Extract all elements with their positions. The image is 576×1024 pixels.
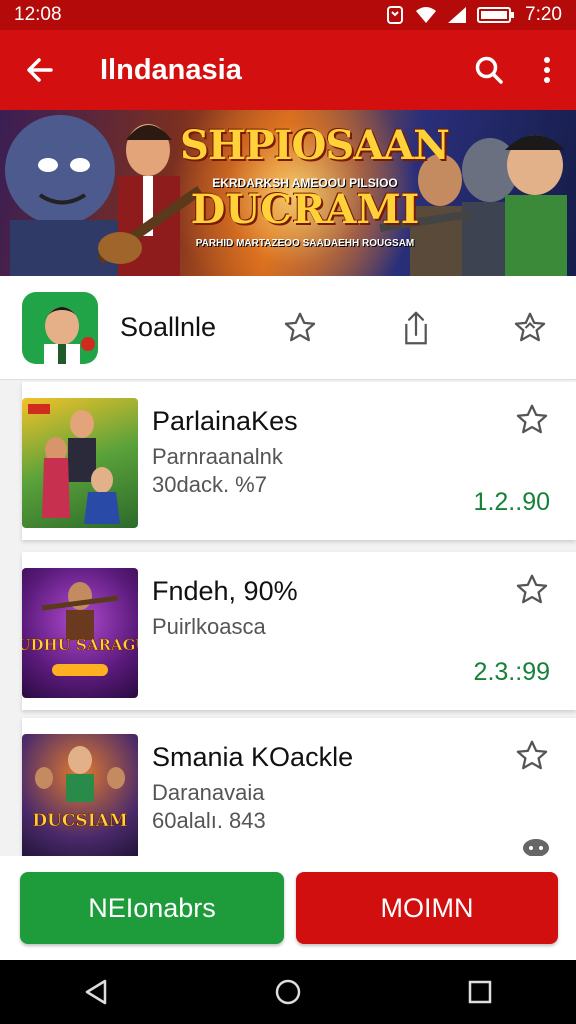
system-nav-bar [0, 960, 576, 1024]
item-meta: 60alalı. 843 [152, 808, 266, 833]
star-outline-icon [284, 312, 316, 342]
nav-recents-button[interactable] [450, 962, 510, 1022]
status-time-left: 12:08 [14, 4, 62, 25]
more-vertical-icon [544, 57, 550, 83]
nfc-icon [385, 5, 405, 25]
nav-recents-icon [468, 980, 492, 1004]
list-item[interactable]: DUCSIAM Smania KOackle Daranavaia 60alal… [22, 718, 576, 876]
item-subtitle: Puirlkoasca [152, 614, 266, 639]
item-thumbnail: SAUDHU SARAGUM [22, 568, 138, 698]
status-time-right: 7:20 [525, 4, 562, 25]
signal-icon [447, 6, 467, 24]
item-thumbnail [22, 398, 138, 528]
banner-caption: PARHID MARTAZEOO SAADAEHH ROUGSAM [195, 238, 415, 249]
nav-back-icon [85, 979, 107, 1005]
item-subtitle: Parnraanalnk [152, 444, 283, 469]
search-button[interactable] [460, 30, 518, 110]
search-icon [475, 56, 503, 84]
star-outline-icon [516, 574, 548, 604]
status-bar: 12:08 7:20 [0, 0, 576, 30]
thumb-title: DUCSIAM [32, 811, 128, 831]
status-icons: 7:20 [385, 4, 562, 26]
share-button[interactable] [394, 306, 438, 350]
banner-title: SHPIOSAAN [180, 122, 450, 169]
battery-icon [477, 6, 515, 24]
bottom-action-bar: NEIonabrs MOIMN [0, 856, 576, 960]
share-icon [405, 311, 427, 345]
nav-back-button[interactable] [66, 962, 126, 1022]
item-price: 2.3.:99 [473, 658, 550, 686]
list-item[interactable]: ParlainaKes Parnraanalnk 30dack. %7 1.2.… [22, 382, 576, 540]
more-options-button[interactable] [518, 30, 576, 110]
featured-banner[interactable]: SHPIOSAAN EKRDARKSH AMEOOU PILSIOO DUCRA… [0, 110, 576, 276]
nav-home-icon [275, 979, 301, 1005]
app-header-card: Soallnle [0, 276, 576, 380]
app-icon[interactable] [22, 292, 98, 364]
item-price: 1.2..90 [473, 488, 550, 516]
banner-title-second: DUCRAMI [190, 186, 420, 233]
back-arrow-icon [27, 58, 53, 82]
thumb-title: SAUDHU SARAGUM [22, 636, 138, 654]
back-button[interactable] [0, 30, 80, 110]
primary-action-button[interactable]: NEIonabrs [20, 872, 284, 944]
star-badge-icon [514, 312, 546, 342]
star-outline-icon [516, 404, 548, 434]
rate-button[interactable] [508, 306, 552, 350]
item-favorite-button[interactable] [514, 572, 550, 608]
wifi-icon [415, 6, 437, 24]
item-meta: 30dack. %7 [152, 472, 267, 497]
favorite-button[interactable] [278, 306, 322, 350]
item-title: Smania KOackle [152, 742, 354, 772]
item-title: Fndeh, 90% [152, 576, 298, 606]
page-title: Ilndanasia [100, 53, 242, 86]
item-favorite-button[interactable] [514, 738, 550, 774]
secondary-action-button[interactable]: MOIMN [296, 872, 558, 944]
list-item[interactable]: SAUDHU SARAGUM Fndeh, 90% Puirlkoasca 2.… [22, 552, 576, 710]
item-title: ParlainaKes [152, 406, 298, 436]
item-favorite-button[interactable] [514, 402, 550, 438]
item-subtitle: Daranavaia [152, 780, 265, 805]
app-name: Soallnle [120, 312, 217, 342]
nav-home-button[interactable] [258, 962, 318, 1022]
app-bar: Ilndanasia [0, 30, 576, 110]
star-outline-icon [516, 740, 548, 770]
item-thumbnail: DUCSIAM [22, 734, 138, 864]
